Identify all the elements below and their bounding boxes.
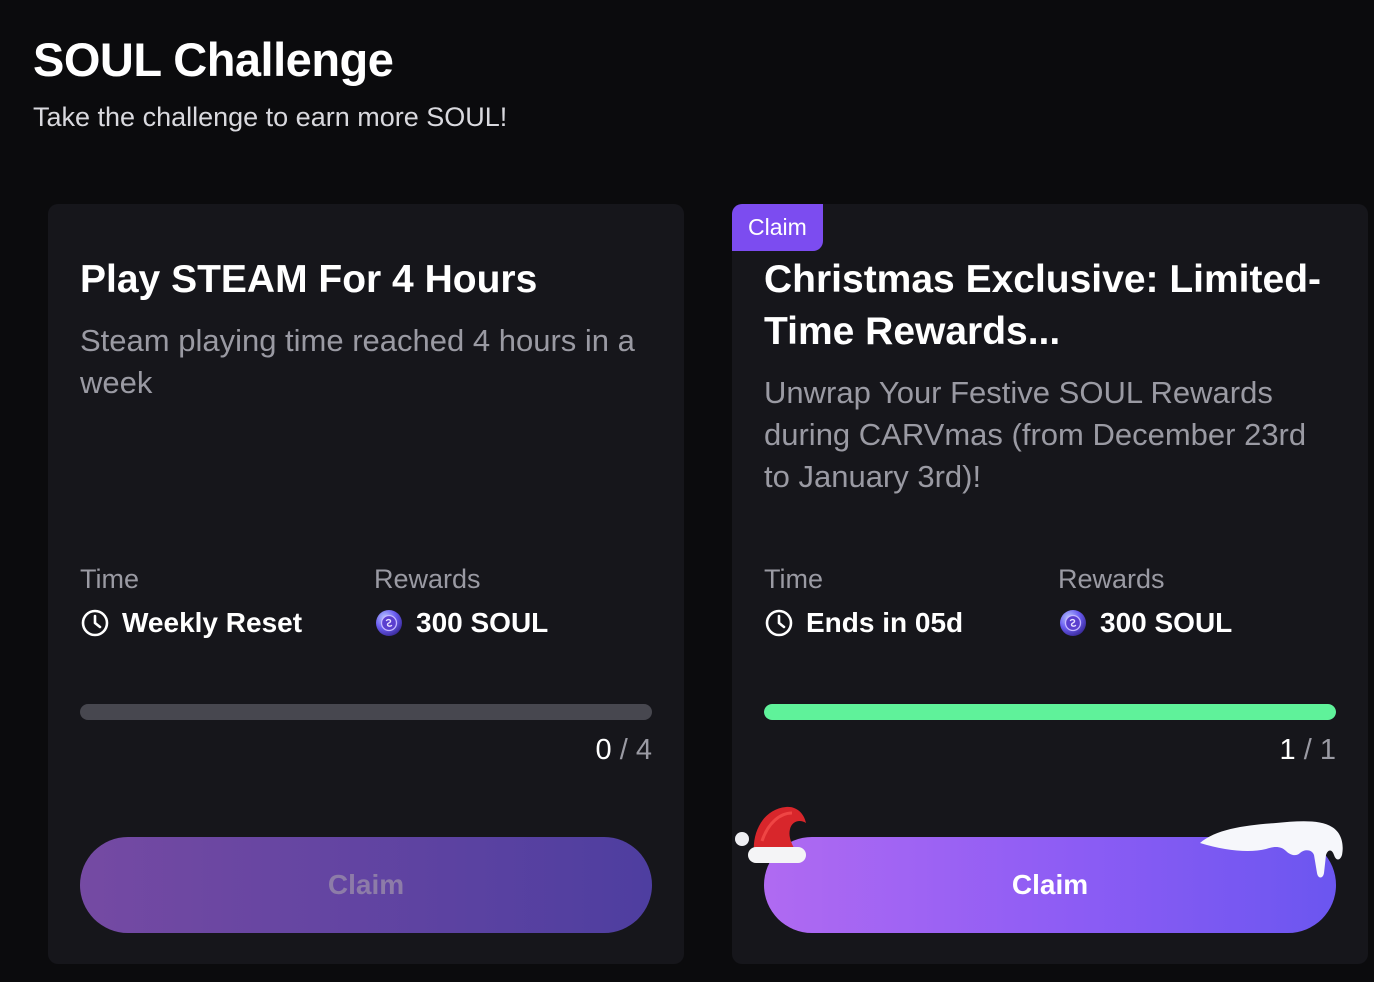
time-value: Ends in 05d bbox=[764, 607, 963, 639]
progress-total: 1 bbox=[1319, 734, 1336, 766]
card-description: Steam playing time reached 4 hours in a … bbox=[80, 323, 635, 400]
snow-cap-decoration bbox=[1200, 821, 1343, 878]
progress-current: 0 bbox=[595, 734, 612, 766]
rewards-label: Rewards bbox=[1058, 564, 1165, 594]
soul-coin-icon bbox=[1060, 610, 1086, 636]
card-title: Christmas Exclusive: Limited-Time Reward… bbox=[764, 258, 1322, 353]
progress-count: 0 / 4 bbox=[596, 734, 652, 767]
page-title: SOUL Challenge bbox=[33, 33, 394, 86]
time-value-text: Weekly Reset bbox=[122, 607, 303, 638]
time-label: Time bbox=[764, 564, 823, 594]
progress-separator: / bbox=[1303, 734, 1312, 766]
progress-separator: / bbox=[619, 734, 628, 766]
claim-button-label: Claim bbox=[1011, 869, 1089, 900]
status-badge: Claim bbox=[732, 204, 823, 251]
challenge-card-christmas: Claim Christmas Exclusive: Limited-Time … bbox=[732, 204, 1368, 964]
time-label: Time bbox=[80, 564, 139, 594]
rewards-label: Rewards bbox=[374, 564, 481, 594]
soul-challenge-page: SOUL Challenge Take the challenge to ear… bbox=[0, 0, 1374, 982]
rewards-value-text: 300 SOUL bbox=[1100, 607, 1233, 638]
time-value-text: Ends in 05d bbox=[806, 607, 964, 638]
progress-bar bbox=[764, 704, 1336, 720]
card-description: Unwrap Your Festive SOUL Rewards during … bbox=[764, 375, 1307, 494]
santa-hat-icon bbox=[735, 806, 806, 863]
progress-count: 1 / 1 bbox=[1280, 734, 1336, 767]
challenge-card-steam: Play STEAM For 4 Hours Steam playing tim… bbox=[48, 204, 684, 964]
time-value: Weekly Reset bbox=[80, 607, 302, 639]
rewards-value: 300 SOUL bbox=[374, 607, 548, 639]
progress-total: 4 bbox=[635, 734, 652, 766]
rewards-value: 300 SOUL bbox=[1058, 607, 1232, 639]
page-subtitle: Take the challenge to earn more SOUL! bbox=[33, 102, 508, 132]
claim-button[interactable]: Claim bbox=[735, 806, 1343, 933]
clock-icon bbox=[765, 609, 793, 637]
progress-fill bbox=[764, 704, 1336, 720]
claim-button[interactable]: Claim bbox=[80, 837, 652, 933]
rewards-value-text: 300 SOUL bbox=[416, 607, 549, 638]
progress-bar bbox=[80, 704, 652, 720]
soul-coin-icon bbox=[376, 610, 402, 636]
clock-icon bbox=[81, 609, 109, 637]
progress-current: 1 bbox=[1279, 734, 1296, 766]
card-title: Play STEAM For 4 Hours bbox=[80, 258, 538, 301]
